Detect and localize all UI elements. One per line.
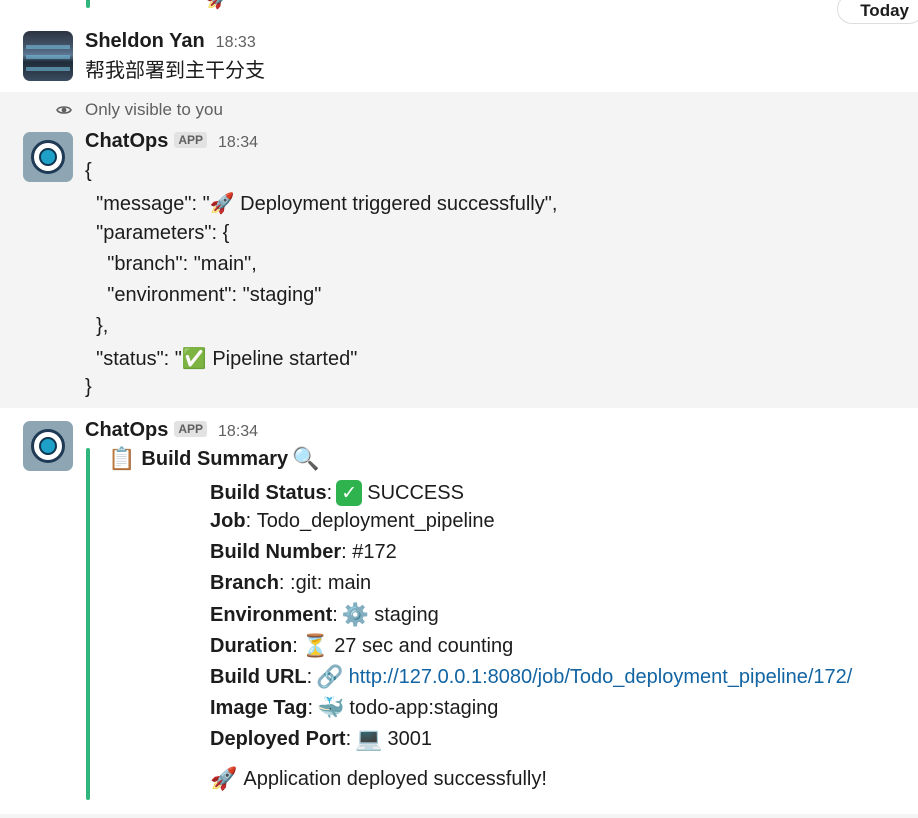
author-name[interactable]: Sheldon Yan [85,30,205,53]
field-value: 3001 [387,727,433,750]
field-value: SUCCESS [367,481,464,504]
message-header: ChatOps APP 18:34 [85,419,258,442]
message-text: 帮我部署到主干分支 [85,60,265,82]
whale-icon: 🐳 [317,695,345,720]
field-value: 27 sec and counting [334,634,514,657]
field-image-tag: Image Tag: 🐳 todo-app:staging [210,695,499,720]
field-label: Deployed Port [210,727,346,750]
visibility-note: Only visible to you [56,100,223,120]
link-icon: 🔗 [316,664,344,689]
field-label: Build URL [210,665,307,688]
field-label: Build Number [210,541,342,563]
field-value: :git: main [290,572,372,594]
field-label: Duration [210,634,293,657]
json-line: }, [85,315,109,337]
magnifier-icon: 🔍 [292,446,320,471]
field-value: staging [374,603,439,626]
field-value: Todo_deployment_pipeline [256,510,495,532]
field-label: Branch [210,572,279,594]
json-line: "branch": "main", [85,253,257,275]
author-name[interactable]: ChatOps [85,419,168,442]
field-build-status: Build Status: ✓ SUCCESS [210,480,464,506]
message-header: Sheldon Yan 18:33 [85,30,256,53]
field-environment: Environment: ⚙️ staging [210,602,439,627]
timestamp[interactable]: 18:33 [216,34,256,52]
json-line: "environment": "staging" [85,284,322,306]
app-badge: APP [174,421,208,437]
gear-icon: ⚙️ [341,602,370,627]
message-header: ChatOps APP 18:34 [85,130,258,153]
eye-icon [56,106,72,114]
message-user: Sheldon Yan 18:33 帮我部署到主干分支 [0,0,918,92]
visibility-text: Only visible to you [85,100,223,119]
field-label: Job [210,510,246,532]
clipboard-icon: 📋 [108,446,136,471]
json-line: } [85,376,92,398]
field-deployed-port: Deployed Port: 💻 3001 [210,726,433,751]
avatar[interactable] [23,421,73,471]
app-badge: APP [174,132,208,148]
json-line: "status": "✅ Pipeline started" [85,348,358,370]
laptop-icon: 💻 [355,726,383,751]
field-value: #172 [352,541,397,563]
field-branch: Branch: :git: main [210,572,372,594]
rocket-icon: 🚀 [210,766,238,791]
avatar[interactable] [23,132,73,182]
json-line: "parameters": { [85,222,230,244]
timestamp[interactable]: 18:34 [218,134,258,152]
avatar[interactable] [23,31,73,81]
bot-logo-icon [31,429,65,463]
timestamp[interactable]: 18:34 [218,423,258,441]
check-icon: ✓ [336,480,363,506]
field-build-number: Build Number: #172 [210,541,397,563]
summary-title-text: Build Summary [141,447,289,470]
field-label: Image Tag [210,696,308,719]
attachment-accent-bar [86,448,90,800]
bot-logo-icon [31,140,65,174]
json-line: { [85,160,92,182]
field-build-url: Build URL: 🔗 http://127.0.0.1:8080/job/T… [210,664,853,689]
summary-title: 📋 Build Summary 🔍 [108,446,325,472]
field-job: Job: Todo_deployment_pipeline [210,510,495,532]
build-url-link[interactable]: http://127.0.0.1:8080/job/Todo_deploymen… [349,666,853,689]
summary-footer: 🚀 Application deployed successfully! [210,766,547,792]
field-label: Build Status [210,481,327,504]
field-label: Environment [210,603,333,626]
footer-text: Application deployed successfully! [243,767,547,790]
field-value: todo-app:staging [349,696,499,719]
author-name[interactable]: ChatOps [85,130,168,153]
field-duration: Duration: ⏳ 27 sec and counting [210,633,514,658]
json-line: "message": "🚀 Deployment triggered succe… [85,193,558,215]
hourglass-icon: ⏳ [301,633,330,658]
message-separator [0,814,918,818]
